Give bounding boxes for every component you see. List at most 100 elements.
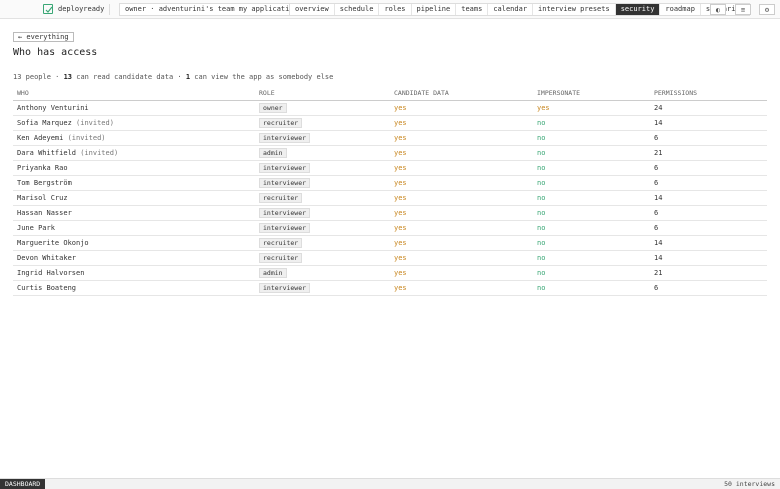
candidate-data-value: yes — [390, 145, 533, 161]
divider — [109, 4, 110, 15]
person-name: Marguerite Okonjo — [17, 238, 89, 247]
table-row[interactable]: June Park interviewer yes no 6 — [13, 220, 767, 236]
table-row[interactable]: Marguerite Okonjo recruiter yes no 14 — [13, 235, 767, 251]
table-row[interactable]: Hassan Nasser interviewer yes no 6 — [13, 205, 767, 221]
permissions-count: 14 — [650, 115, 767, 131]
table-row[interactable]: Ingrid Halvorsen admin yes no 21 — [13, 265, 767, 281]
role-cell: recruiter — [255, 250, 390, 266]
role-cell: admin — [255, 145, 390, 161]
candidate-data-value: yes — [390, 235, 533, 251]
candidate-data-value: yes — [390, 205, 533, 221]
role-cell: interviewer — [255, 175, 390, 191]
impersonate-value: no — [533, 235, 650, 251]
context-selector[interactable]: owner · adventurini's team my applicatio… — [119, 3, 309, 16]
access-table: WHO ROLE CANDIDATE DATA IMPERSONATE PERM… — [13, 86, 767, 296]
tab-interview-presets[interactable]: interview presets — [533, 4, 616, 15]
tab-calendar[interactable]: calendar — [488, 4, 534, 15]
role-badge: interviewer — [259, 207, 311, 218]
person-name: Marisol Cruz — [17, 193, 68, 202]
candidate-data-value: yes — [390, 130, 533, 146]
role-cell: admin — [255, 265, 390, 281]
table-row[interactable]: Devon Whitaker recruiter yes no 14 — [13, 250, 767, 266]
page-title: Who has access — [13, 47, 98, 58]
tab-schedule[interactable]: schedule — [335, 4, 380, 15]
impersonate-value: no — [533, 280, 650, 296]
impersonate-value: no — [533, 265, 650, 281]
footer: DASHBOARD 50 interviews — [0, 478, 780, 489]
person-name: Priyanka Rao — [17, 163, 68, 172]
back-to-everything-button[interactable]: ← everything — [13, 32, 74, 42]
person-cell: Anthony Venturini — [13, 100, 255, 116]
role-cell: interviewer — [255, 130, 390, 146]
impersonate-value: no — [533, 130, 650, 146]
person-name: Ken Adeyemi — [17, 133, 64, 142]
candidate-data-value: yes — [390, 265, 533, 281]
candidate-data-value: yes — [390, 280, 533, 296]
header-impersonate[interactable]: IMPERSONATE — [533, 86, 650, 101]
role-badge: owner — [259, 102, 287, 113]
role-badge: interviewer — [259, 132, 311, 143]
tab-pipeline[interactable]: pipeline — [412, 4, 457, 15]
tab-overview[interactable]: overview — [290, 4, 335, 15]
role-badge: recruiter — [259, 192, 303, 203]
permissions-count: 6 — [650, 205, 767, 221]
impersonate-value: no — [533, 190, 650, 206]
tab-security[interactable]: security — [615, 4, 661, 15]
table-row[interactable]: Tom Bergström interviewer yes no 6 — [13, 175, 767, 191]
header-candidate-data[interactable]: CANDIDATE DATA — [390, 86, 533, 101]
table-row[interactable]: Sofia Marquez (invited) recruiter yes no 14 — [13, 115, 767, 131]
table-row[interactable]: Ken Adeyemi (invited) interviewer yes no 6 — [13, 130, 767, 146]
person-name: Dara Whitfield — [17, 148, 77, 157]
table-row[interactable]: Anthony Venturini owner yes yes 24 — [13, 100, 767, 116]
person-cell: Sofia Marquez (invited) — [13, 115, 255, 131]
impersonate-label: can view the app as somebody else — [194, 73, 334, 81]
settings-icon[interactable]: ⚙ — [759, 4, 775, 15]
person-cell: Marisol Cruz — [13, 190, 255, 206]
interview-count: 50 interviews — [724, 480, 775, 488]
role-cell: interviewer — [255, 160, 390, 176]
read-label: can read candidate data · — [76, 73, 182, 81]
person-cell: Priyanka Rao — [13, 160, 255, 176]
person-name: Anthony Venturini — [17, 103, 89, 112]
role-badge: recruiter — [259, 252, 303, 263]
candidate-data-value: yes — [390, 115, 533, 131]
person-cell: Dara Whitfield (invited) — [13, 145, 255, 161]
menu-icon[interactable]: ≡ — [735, 4, 751, 15]
contrast-icon[interactable]: ◐ — [710, 4, 726, 15]
person-name: Curtis Boateng — [17, 283, 77, 292]
header-who[interactable]: WHO — [13, 86, 255, 101]
tab-roles[interactable]: roles — [379, 4, 412, 15]
role-badge: interviewer — [259, 222, 311, 233]
header-role[interactable]: ROLE — [255, 86, 390, 101]
impersonate-count: 1 — [185, 73, 191, 81]
role-badge: recruiter — [259, 237, 303, 248]
role-cell: recruiter — [255, 115, 390, 131]
header-permissions[interactable]: PERMISSIONS — [650, 86, 767, 101]
table-row[interactable]: Dara Whitfield (invited) admin yes no 21 — [13, 145, 767, 161]
role-badge: interviewer — [259, 282, 311, 293]
impersonate-value: no — [533, 160, 650, 176]
person-cell: Tom Bergström — [13, 175, 255, 191]
top-bar: deployready owner · adventurini's team m… — [0, 0, 780, 19]
table-row[interactable]: Curtis Boateng interviewer yes no 6 — [13, 280, 767, 296]
role-cell: recruiter — [255, 235, 390, 251]
checkmark-box-icon — [43, 4, 53, 14]
role-cell: interviewer — [255, 220, 390, 236]
table-row[interactable]: Priyanka Rao interviewer yes no 6 — [13, 160, 767, 176]
impersonate-value: yes — [533, 100, 650, 116]
people-count: 13 — [13, 73, 22, 81]
impersonate-value: no — [533, 220, 650, 236]
tab-teams[interactable]: teams — [456, 4, 489, 15]
main-nav: overview schedule roles pipeline teams calend… — [289, 3, 750, 16]
person-cell: Hassan Nasser — [13, 205, 255, 221]
brand[interactable]: deployready — [43, 4, 104, 14]
permissions-count: 24 — [650, 100, 767, 116]
role-badge: interviewer — [259, 177, 311, 188]
tab-roadmap[interactable]: roadmap — [660, 4, 701, 15]
candidate-data-value: yes — [390, 100, 533, 116]
dashboard-button[interactable]: DASHBOARD — [0, 479, 46, 489]
permissions-count: 14 — [650, 250, 767, 266]
impersonate-value: no — [533, 205, 650, 221]
table-row[interactable]: Marisol Cruz recruiter yes no 14 — [13, 190, 767, 206]
permissions-count: 6 — [650, 220, 767, 236]
